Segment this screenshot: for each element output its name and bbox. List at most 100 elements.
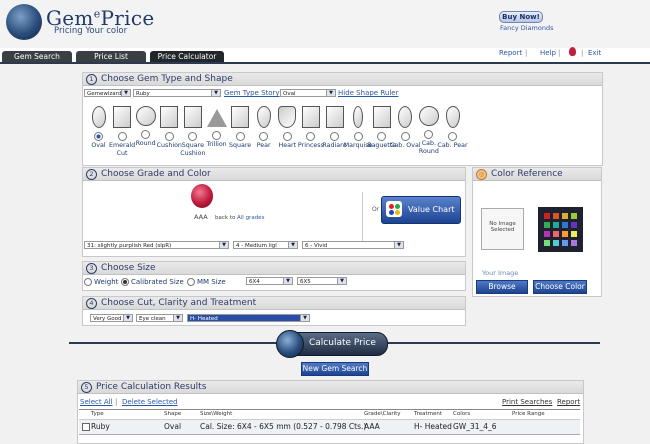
heart-shape-icon [278,106,297,128]
browse-button[interactable]: Browse [476,280,528,294]
princess-shape-icon [301,106,320,128]
shape-radio[interactable] [94,132,103,141]
select-all-link[interactable]: Select All [80,398,113,406]
back-to-label: back to [215,215,236,221]
gem-type-story-link[interactable]: Gem Type Story [224,89,280,97]
baguette-shape-icon [372,106,391,128]
mm-size-option[interactable]: MM Size [187,278,226,286]
shape-select[interactable]: Oval ▼ [280,89,336,97]
gem-select[interactable]: Ruby ▼ [133,89,221,97]
shape-radio[interactable] [330,132,339,141]
shape-radio[interactable] [141,130,151,139]
your-image-label: Your Image [482,269,519,277]
square-shape-icon [231,106,250,128]
shape-radio[interactable] [212,131,221,140]
color-swatch [571,213,577,219]
hide-shape-ruler-link[interactable]: Hide Shape Ruler [338,89,398,97]
cell-colors: GW_31_4_6 [453,422,497,431]
gem-type-panel-extension [464,72,603,166]
no-image-placeholder: No Image Selected [481,208,524,250]
ruby-gem-image [191,184,213,208]
calibrated-size-option[interactable]: Calibrated Size [121,278,184,286]
calculate-price-label: Calculate Price [309,338,376,348]
separator: | [581,49,584,57]
shape-radio[interactable] [400,132,410,141]
grade-label: AAA [194,213,208,221]
color-swatch [562,240,568,246]
shape-radio[interactable] [448,132,457,141]
clarity-select[interactable]: Eye clean ▼ [136,314,183,322]
help-link[interactable]: Help [540,49,556,57]
all-grades-link[interactable]: All grades [237,215,264,221]
col-price: Price Range [512,411,545,417]
gemeprice-logo-icon[interactable] [6,4,42,40]
tab-gem-search[interactable]: Gem Search [2,51,72,62]
report-link-results[interactable]: Report [557,398,580,406]
report-link[interactable]: Report [499,49,522,57]
oval-shape-icon [91,106,106,128]
buy-now-button[interactable]: Buy Now! [499,11,543,23]
col-treatment: Treatment [414,411,442,417]
shape-radio[interactable] [235,132,245,141]
shape-radio[interactable] [377,132,387,141]
radiant-shape-icon [325,106,344,128]
separator: | [115,398,118,406]
new-gem-search-button[interactable]: New Gem Search [301,362,369,376]
round-shape-icon [135,106,156,126]
marquise-shape-icon [353,106,364,128]
divider [362,192,377,244]
exit-link[interactable]: Exit [588,49,601,57]
col-colors: Colors [453,411,471,417]
delete-selected-link[interactable]: Delete Selected [122,398,178,406]
results-header-row [79,409,580,420]
tone-select[interactable]: 4 - Medium ligl ▼ [233,241,298,249]
shape-radio[interactable] [282,132,292,141]
size-from-select[interactable]: 6X4 ▼ [246,277,293,285]
value-chart-button[interactable]: Value Chart [381,196,461,224]
hue-select[interactable]: 31: slightly purplish Red (slpR) ▼ [84,241,229,249]
cell-shape: Oval [164,422,182,431]
shape-radio[interactable] [306,132,316,141]
color-swatch [571,240,577,246]
section-5-title: 5 Price Calculation Results [78,381,583,394]
section-3-title: 3 Choose Size [83,262,465,275]
pear-shape-icon [256,106,271,128]
separator: | [558,49,561,57]
color-dots-icon [386,201,402,217]
row-checkbox[interactable] [82,423,90,431]
color-swatch [544,213,550,219]
shape-radio[interactable] [424,130,434,139]
color-swatch [553,240,559,246]
logo-tagline: Pricing Your color [54,26,128,36]
treatment-select[interactable]: H- Heated ▼ [187,314,310,322]
shape-option-cab-pear[interactable]: Cab. Pear [437,106,468,150]
color-swatch [553,231,559,237]
color-swatch [562,231,568,237]
fancy-diamonds-link[interactable]: Fancy Diamonds [500,24,553,32]
col-size: Size\Weight [200,411,233,417]
print-searches-link[interactable]: Print Searches [502,398,552,406]
color-swatch [544,222,550,228]
section-1-title: 1 Choose Gem Type and Shape [83,73,465,86]
section-4-title: 4 Choose Cut, Clarity and Treatment [83,297,465,310]
weight-option[interactable]: Weight [84,278,118,286]
cut-select[interactable]: Very Good ▼ [90,314,133,322]
color-swatch [562,213,568,219]
category-select[interactable]: Gemewizard ▼ [84,89,131,97]
shape-radio[interactable] [188,132,198,141]
saturation-select[interactable]: 6 - Vivid ▼ [302,241,404,249]
section-2-title: 2 Choose Grade and Color [83,168,465,181]
shape-radio[interactable] [117,132,127,141]
color-swatch [571,222,577,228]
shape-radio[interactable] [164,132,174,141]
tab-price-list[interactable]: Price List [76,51,146,62]
color-reference-title: ◎ Color Reference [473,168,601,181]
size-to-select[interactable]: 6X5 ▼ [297,277,347,285]
shape-radio[interactable] [259,132,269,141]
choose-color-button[interactable]: Choose Color [533,280,587,294]
calculate-price-button[interactable]: Calculate Price [276,330,388,358]
tab-price-calculator[interactable]: Price Calculator [150,51,224,62]
shape-radio[interactable] [353,132,363,141]
color-swatch [553,213,559,219]
cab-round-shape-icon [418,106,439,126]
